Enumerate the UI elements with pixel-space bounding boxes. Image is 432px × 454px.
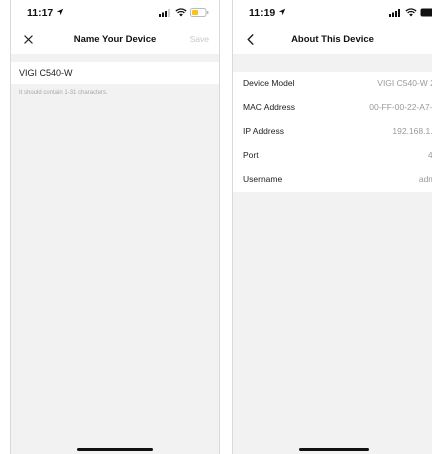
info-value: admin	[418, 174, 432, 184]
info-row-ip-address: IP Address 192.168.1.35	[233, 120, 432, 144]
signal-icon	[389, 8, 400, 17]
device-name-input[interactable]: VIGI C540-W	[11, 62, 219, 84]
page-title: About This Device	[291, 34, 374, 45]
info-label: IP Address	[243, 126, 284, 136]
about-device-screen: 11:19 About This Device Device Model VIG…	[232, 0, 432, 454]
input-hint: It should contain 1-31 characters.	[19, 90, 108, 96]
save-button[interactable]: Save	[190, 34, 209, 44]
device-info-list: Device Model VIGI C540-W 2.0 MAC Address…	[233, 72, 432, 192]
status-bar: 11:17	[11, 0, 219, 26]
status-time: 11:19	[249, 7, 276, 19]
info-label: MAC Address	[243, 102, 295, 112]
battery-icon	[190, 7, 209, 17]
info-value: 00-FF-00-22-A7-66	[369, 102, 432, 112]
signal-icon	[159, 8, 170, 17]
wifi-icon	[405, 7, 417, 16]
info-row-port: Port 443	[233, 144, 432, 168]
info-value: 192.168.1.35	[392, 126, 432, 136]
info-value: VIGI C540-W 2.0	[377, 78, 432, 88]
location-arrow-icon	[56, 8, 64, 16]
home-indicator[interactable]	[77, 448, 153, 451]
page-title: Name Your Device	[73, 34, 157, 45]
status-time: 11:17	[27, 7, 54, 19]
nav-bar: About This Device	[233, 26, 432, 54]
location-arrow-icon	[278, 8, 286, 16]
home-indicator[interactable]	[299, 448, 369, 451]
wifi-icon	[175, 7, 187, 16]
name-device-screen: 11:17 Name Your Device Save VIGI C540-W …	[10, 0, 220, 454]
info-row-device-model: Device Model VIGI C540-W 2.0	[233, 72, 432, 96]
info-label: Device Model	[243, 78, 295, 88]
device-name-value: VIGI C540-W	[19, 68, 73, 78]
status-bar: 11:19	[233, 0, 432, 26]
info-label: Port	[243, 150, 259, 160]
battery-icon	[420, 8, 432, 16]
info-label: Username	[243, 174, 283, 184]
info-row-mac-address: MAC Address 00-FF-00-22-A7-66	[233, 96, 432, 120]
info-row-username: Username admin	[233, 168, 432, 192]
info-value: 443	[428, 150, 432, 160]
nav-bar: Name Your Device Save	[11, 26, 219, 54]
